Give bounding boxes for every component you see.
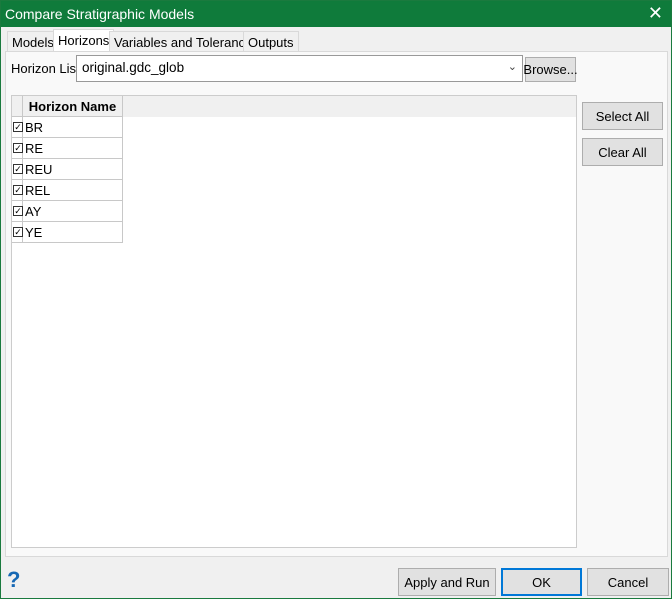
table-row[interactable]: REU bbox=[23, 159, 123, 180]
table-row[interactable]: YE bbox=[23, 222, 123, 243]
row-checkbox-cell: ✓ bbox=[12, 180, 23, 201]
row-checkbox[interactable]: ✓ bbox=[13, 164, 23, 174]
horizon-grid: Horizon Name ✓ BR ✓ RE ✓ REU ✓ REL ✓ AY … bbox=[11, 95, 577, 548]
table-row[interactable]: RE bbox=[23, 138, 123, 159]
select-all-button[interactable]: Select All bbox=[582, 102, 663, 130]
row-checkbox-cell: ✓ bbox=[12, 138, 23, 159]
row-checkbox-cell: ✓ bbox=[12, 159, 23, 180]
browse-button[interactable]: Browse... bbox=[523, 57, 578, 82]
row-checkbox-cell: ✓ bbox=[12, 201, 23, 222]
row-checkbox[interactable]: ✓ bbox=[13, 143, 23, 153]
tab-variables-and-tolerances[interactable]: Variables and Tolerances bbox=[109, 31, 264, 52]
horizon-list-value: original.gdc_glob bbox=[82, 60, 185, 75]
table-row[interactable]: REL bbox=[23, 180, 123, 201]
row-checkbox-cell: ✓ bbox=[12, 222, 23, 243]
row-checkbox[interactable]: ✓ bbox=[13, 185, 23, 195]
row-checkbox-cell: ✓ bbox=[12, 117, 23, 138]
tab-horizons[interactable]: Horizons bbox=[53, 29, 115, 52]
table-row[interactable]: AY bbox=[23, 201, 123, 222]
ok-button[interactable]: OK bbox=[501, 568, 582, 596]
title-bar: Compare Stratigraphic Models ✕ bbox=[1, 1, 671, 27]
row-checkbox[interactable]: ✓ bbox=[13, 122, 23, 132]
cancel-button[interactable]: Cancel bbox=[587, 568, 669, 596]
tab-models[interactable]: Models bbox=[7, 31, 59, 52]
close-icon[interactable]: ✕ bbox=[648, 3, 663, 24]
select-column-header bbox=[12, 96, 23, 117]
row-checkbox[interactable]: ✓ bbox=[13, 227, 23, 237]
help-icon[interactable]: ? bbox=[7, 567, 20, 593]
chevron-down-icon[interactable]: ⌄ bbox=[508, 60, 517, 73]
row-checkbox[interactable]: ✓ bbox=[13, 206, 23, 216]
tab-outputs[interactable]: Outputs bbox=[243, 31, 299, 52]
horizon-name-header[interactable]: Horizon Name bbox=[23, 96, 123, 117]
horizon-list-combo[interactable]: original.gdc_glob ⌄ bbox=[76, 55, 523, 82]
window-title: Compare Stratigraphic Models bbox=[5, 6, 195, 22]
apply-and-run-button[interactable]: Apply and Run bbox=[398, 568, 496, 596]
table-row[interactable]: BR bbox=[23, 117, 123, 138]
clear-all-button[interactable]: Clear All bbox=[582, 138, 663, 166]
horizon-list-label: Horizon List bbox=[11, 61, 80, 76]
